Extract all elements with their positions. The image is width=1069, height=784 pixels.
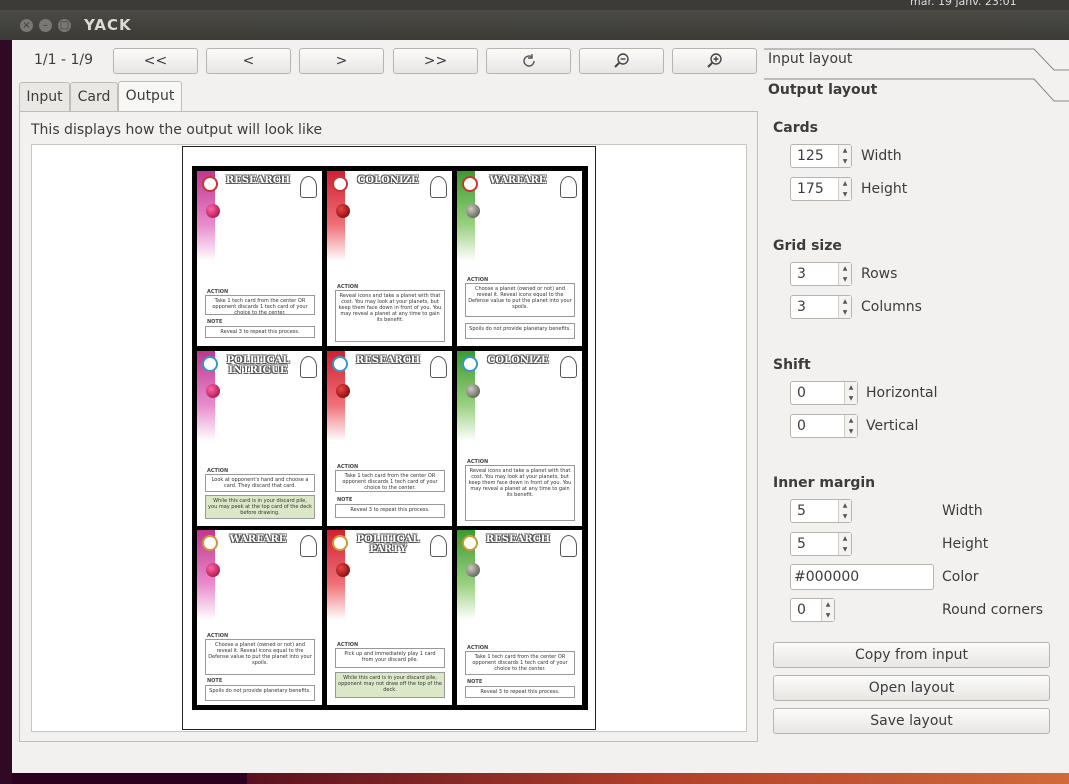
card-title: COLONIZE bbox=[357, 175, 419, 186]
preview-card: WARFARE ACTION Choose a planet (owned or… bbox=[457, 171, 582, 346]
window-title: YACK bbox=[84, 16, 132, 34]
system-top-bar: mar. 19 janv. 23:01 bbox=[0, 0, 1069, 10]
vertical-shift-spinner[interactable]: 0 ▲ ▼ bbox=[790, 414, 858, 438]
margin-color-input[interactable]: #000000 bbox=[790, 564, 934, 590]
preview-card: POLITICAL PARTY ACTION Pick up and immed… bbox=[327, 530, 452, 705]
card-title: WARFARE bbox=[489, 175, 547, 186]
rows-spinner[interactable]: 3 ▲ ▼ bbox=[790, 262, 852, 286]
preview-card: COLONIZE ACTION Reveal icons and take a … bbox=[457, 351, 582, 526]
maximize-window-icon[interactable]: □ bbox=[58, 19, 71, 32]
card-title: WARFARE bbox=[229, 534, 287, 545]
output-layout-divider bbox=[764, 78, 1069, 102]
margin-color-label: Color bbox=[942, 569, 979, 585]
copy-from-input-button[interactable]: Copy from input bbox=[773, 642, 1050, 668]
page-indicator: 1/1 - 1/9 bbox=[34, 52, 94, 68]
cards-heading: Cards bbox=[773, 120, 818, 136]
card-title: POLITICAL PARTY bbox=[356, 534, 420, 555]
preview-card: RESEARCH ACTION Take 1 tech card from th… bbox=[327, 351, 452, 526]
vertical-shift-label: Vertical bbox=[866, 418, 919, 434]
preview-card: COLONIZE ACTION Reveal icons and take a … bbox=[327, 171, 452, 346]
preview-card: WARFARE ACTION Choose a planet (owned or… bbox=[197, 530, 322, 705]
save-layout-button[interactable]: Save layout bbox=[773, 708, 1050, 734]
minimize-window-icon[interactable]: – bbox=[39, 19, 52, 32]
preview-card: POLITICAL INTRIGUE ACTION Look at oppone… bbox=[197, 351, 322, 526]
round-corners-spinner[interactable]: 0 ▲ ▼ bbox=[790, 598, 835, 622]
margin-height-spinner[interactable]: 5 ▲ ▼ bbox=[790, 532, 852, 556]
card-title: RESEARCH bbox=[355, 355, 421, 366]
card-height-label: Height bbox=[861, 181, 908, 197]
window-titlebar[interactable]: × – □ YACK bbox=[0, 10, 1069, 40]
shift-heading: Shift bbox=[773, 357, 811, 373]
card-title: RESEARCH bbox=[225, 175, 291, 186]
output-tab-panel: This displays how the output will look l… bbox=[19, 111, 758, 742]
refresh-icon bbox=[522, 54, 535, 67]
preview-canvas[interactable]: RESEARCH ACTION Take 1 tech card from th… bbox=[31, 144, 747, 732]
columns-spinner[interactable]: 3 ▲ ▼ bbox=[790, 295, 852, 319]
tab-output[interactable]: Output bbox=[118, 81, 182, 113]
rows-label: Rows bbox=[861, 266, 898, 282]
inner-margin-heading: Inner margin bbox=[773, 475, 876, 491]
preview-card: RESEARCH ACTION Take 1 tech card from th… bbox=[457, 530, 582, 705]
card-title: RESEARCH bbox=[485, 534, 551, 545]
horizontal-shift-spinner[interactable]: 0 ▲ ▼ bbox=[790, 381, 858, 405]
card-grid: RESEARCH ACTION Take 1 tech card from th… bbox=[192, 166, 588, 710]
refresh-button[interactable] bbox=[486, 48, 571, 74]
margin-height-label: Height bbox=[942, 536, 989, 552]
open-layout-button[interactable]: Open layout bbox=[773, 675, 1050, 701]
output-description: This displays how the output will look l… bbox=[31, 122, 323, 138]
desktop-background bbox=[12, 773, 1069, 784]
margin-width-spinner[interactable]: 5 ▲ ▼ bbox=[790, 499, 852, 523]
preview-card: RESEARCH ACTION Take 1 tech card from th… bbox=[197, 171, 322, 346]
clock: mar. 19 janv. 23:01 bbox=[910, 0, 1017, 8]
tab-card[interactable]: Card bbox=[70, 82, 118, 112]
background-terminal bbox=[0, 40, 12, 784]
previous-page-button[interactable]: < bbox=[206, 48, 291, 74]
zoom-in-button[interactable] bbox=[672, 48, 757, 74]
grid-size-heading: Grid size bbox=[773, 238, 842, 254]
last-page-button[interactable]: >> bbox=[393, 48, 478, 74]
card-width-spinner[interactable]: 125 ▲ ▼ bbox=[790, 144, 852, 168]
round-corners-label: Round corners bbox=[942, 602, 1044, 618]
preview-page: RESEARCH ACTION Take 1 tech card from th… bbox=[182, 146, 596, 730]
card-title: POLITICAL INTRIGUE bbox=[226, 355, 290, 376]
close-window-icon[interactable]: × bbox=[20, 19, 33, 32]
card-width-label: Width bbox=[861, 148, 902, 164]
card-height-spinner[interactable]: 175 ▲ ▼ bbox=[790, 177, 852, 201]
zoom-out-icon bbox=[613, 53, 629, 68]
tab-input[interactable]: Input bbox=[19, 82, 70, 112]
zoom-in-icon bbox=[706, 53, 722, 68]
zoom-out-button[interactable] bbox=[579, 48, 664, 74]
margin-width-label: Width bbox=[942, 503, 983, 519]
main-window: 1/1 - 1/9 << < > >> Input Card Output Th… bbox=[12, 40, 1069, 773]
columns-label: Columns bbox=[861, 299, 922, 315]
first-page-button[interactable]: << bbox=[113, 48, 198, 74]
next-page-button[interactable]: > bbox=[299, 48, 384, 74]
card-title: COLONIZE bbox=[487, 355, 549, 366]
layout-settings-panel: Input layout Output layout Cards 125 ▲ ▼ W… bbox=[764, 40, 1069, 773]
horizontal-shift-label: Horizontal bbox=[866, 385, 938, 401]
